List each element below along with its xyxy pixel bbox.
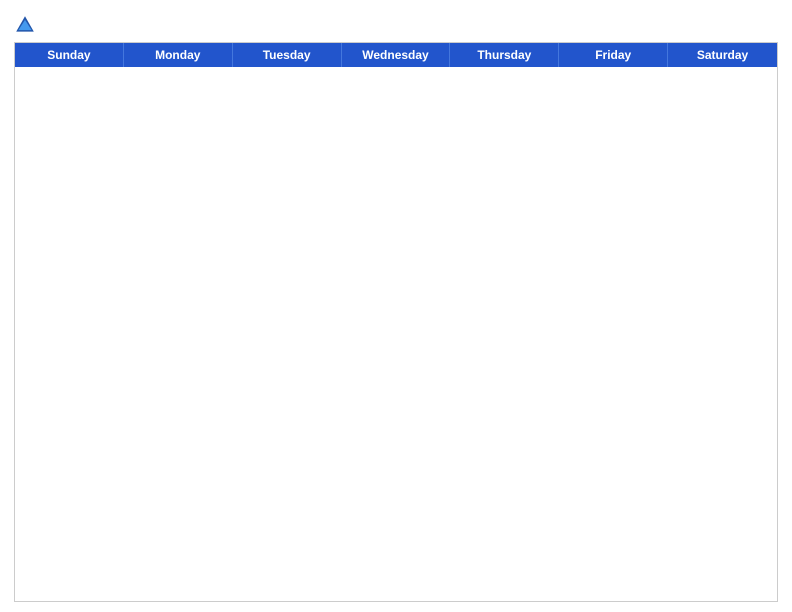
- logo: [14, 14, 38, 36]
- calendar-header-cell: Thursday: [450, 43, 559, 67]
- calendar-header-cell: Friday: [559, 43, 668, 67]
- page-header: [14, 10, 778, 36]
- calendar-header-row: SundayMondayTuesdayWednesdayThursdayFrid…: [15, 43, 777, 67]
- calendar: SundayMondayTuesdayWednesdayThursdayFrid…: [14, 42, 778, 602]
- calendar-header-cell: Tuesday: [233, 43, 342, 67]
- logo-icon: [14, 14, 36, 36]
- calendar-body: [15, 67, 777, 601]
- calendar-header-cell: Sunday: [15, 43, 124, 67]
- calendar-header-cell: Saturday: [668, 43, 777, 67]
- calendar-header-cell: Wednesday: [342, 43, 451, 67]
- calendar-header-cell: Monday: [124, 43, 233, 67]
